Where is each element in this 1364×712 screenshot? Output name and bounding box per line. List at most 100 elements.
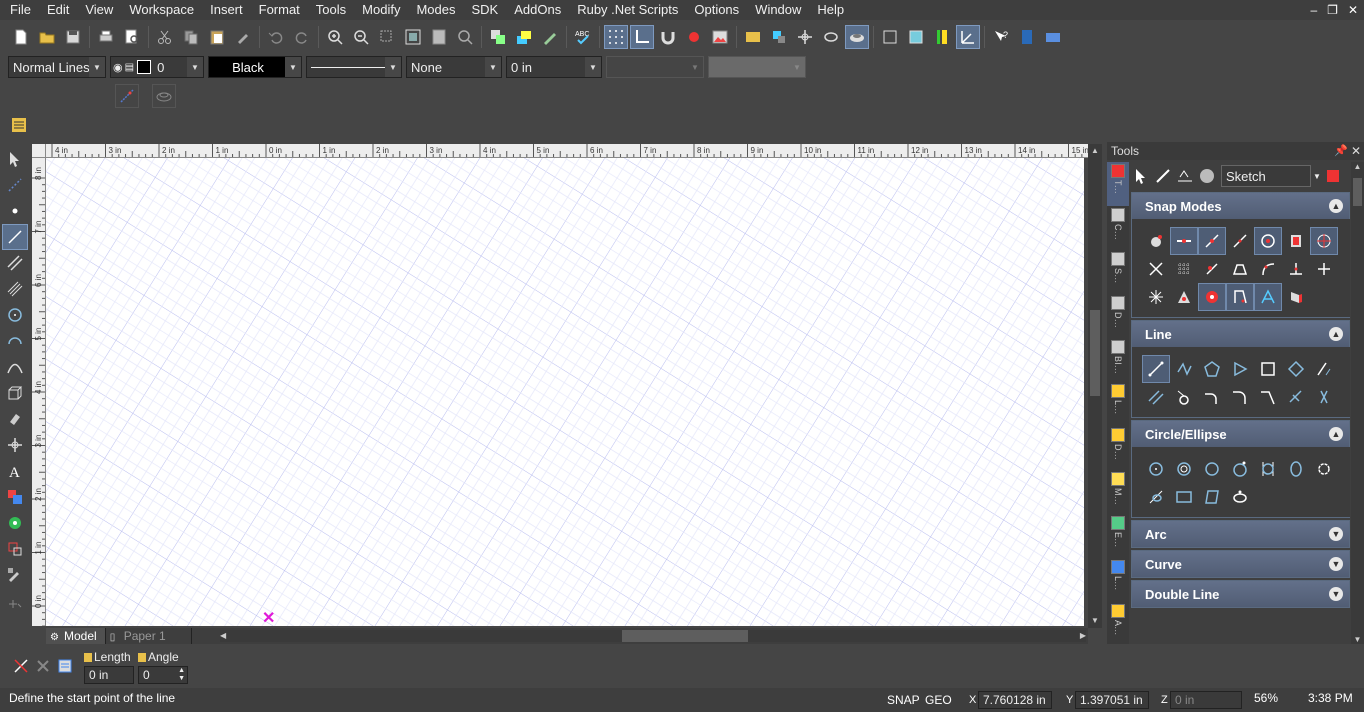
snap-grid[interactable] <box>1170 255 1198 283</box>
single-line-tool[interactable] <box>1142 355 1170 383</box>
snap-distance[interactable] <box>1170 227 1198 255</box>
double-line-tool[interactable] <box>2 250 28 276</box>
properties-button[interactable] <box>930 25 954 49</box>
view-front-button[interactable] <box>878 25 902 49</box>
edit-mode-button[interactable] <box>1153 166 1173 186</box>
snap-midpoint[interactable] <box>1226 227 1254 255</box>
scroll-down-arrow[interactable]: ▼ <box>1088 614 1102 628</box>
menu-edit[interactable]: Edit <box>39 0 77 20</box>
parallel-line-tool[interactable] <box>1142 383 1170 411</box>
horizontal-scrollbar[interactable]: ◀ ▶ <box>220 630 1086 642</box>
circle-ellipse-header[interactable]: Circle/Ellipse ▲ <box>1132 421 1349 447</box>
zoom-out-button[interactable] <box>349 25 373 49</box>
curve-section-header[interactable]: Curve ▼ <box>1132 551 1349 577</box>
side-tab-d[interactable]: D... <box>1107 294 1129 338</box>
print-button[interactable] <box>94 25 118 49</box>
solid-tool[interactable] <box>2 380 28 406</box>
side-tab-s[interactable]: S... <box>1107 250 1129 294</box>
multiline-tool[interactable] <box>2 276 28 302</box>
line-snap-button[interactable] <box>115 84 139 108</box>
side-tab-l2[interactable]: L... <box>1107 558 1129 602</box>
side-tab-c[interactable]: C... <box>1107 206 1129 250</box>
chevron-up-icon[interactable]: ▲ <box>1329 427 1343 441</box>
zoom-window-button[interactable] <box>375 25 399 49</box>
cancel-button[interactable] <box>31 654 55 678</box>
inspector-options-button[interactable] <box>53 654 77 678</box>
menu-workspace[interactable]: Workspace <box>121 0 202 20</box>
help-pointer-button[interactable]: ? <box>989 25 1013 49</box>
chevron-up-icon[interactable]: ▲ <box>1329 327 1343 341</box>
menu-insert[interactable]: Insert <box>202 0 251 20</box>
undo-button[interactable] <box>264 25 288 49</box>
tangent-arc-line-tool[interactable] <box>1170 383 1198 411</box>
circle-tangent-tool[interactable] <box>1254 455 1282 483</box>
scroll-right-arrow[interactable]: ▶ <box>1080 630 1086 642</box>
render-mode-button[interactable] <box>1197 166 1217 186</box>
chevron-down-icon[interactable]: ▼ <box>1329 557 1343 571</box>
snap-center[interactable] <box>1254 227 1282 255</box>
snap-modes-header[interactable]: Snap Modes ▲ <box>1132 193 1349 219</box>
script-button[interactable] <box>7 113 31 137</box>
scroll-up-arrow[interactable]: ▲ <box>1351 162 1364 175</box>
irregular-polygon-tool[interactable] <box>1226 355 1254 383</box>
lock-icon[interactable] <box>138 653 146 662</box>
snap-angle[interactable] <box>1226 255 1254 283</box>
perpendicular-line-tool[interactable] <box>1282 383 1310 411</box>
tools-scroll-thumb[interactable] <box>1353 178 1362 206</box>
snap-corner[interactable] <box>1226 283 1254 311</box>
spell-check-button[interactable]: ABC <box>571 25 595 49</box>
snap-quadrant[interactable] <box>1310 227 1338 255</box>
side-tab-m[interactable]: M... <box>1107 470 1129 514</box>
ellipse-3points-tool[interactable] <box>1226 483 1254 511</box>
chevron-down-icon[interactable]: ▼ <box>1329 527 1343 541</box>
menu-format[interactable]: Format <box>251 0 308 20</box>
palette-options-button[interactable] <box>1323 166 1343 186</box>
side-tab-d2[interactable]: D... <box>1107 426 1129 470</box>
vertical-scrollbar[interactable]: ▲ ▼ <box>1088 144 1102 628</box>
side-tab-e[interactable]: E... <box>1107 514 1129 558</box>
scroll-left-arrow[interactable]: ◀ <box>220 630 226 642</box>
vertical-scroll-thumb[interactable] <box>1090 310 1100 396</box>
email-button[interactable] <box>1041 25 1065 49</box>
snap-hand[interactable] <box>1142 227 1170 255</box>
angle-input[interactable]: 0 ▲ ▼ <box>138 666 188 684</box>
select-tool[interactable] <box>2 146 28 172</box>
chevron-down-icon[interactable]: ▼ <box>1329 587 1343 601</box>
menu-file[interactable]: File <box>0 0 39 20</box>
drawing-canvas[interactable]: ✕ <box>46 158 1084 626</box>
arc-section-header[interactable]: Arc ▼ <box>1132 521 1349 547</box>
menu-sdk[interactable]: SDK <box>463 0 506 20</box>
zoom-extents-button[interactable] <box>401 25 425 49</box>
manual-button[interactable] <box>1015 25 1039 49</box>
menu-help[interactable]: Help <box>809 0 852 20</box>
perpendicular-arc-line-tool[interactable] <box>1226 383 1254 411</box>
cut-button[interactable] <box>153 25 177 49</box>
eraser-tool[interactable] <box>2 406 28 432</box>
zoom-in-button[interactable] <box>323 25 347 49</box>
snap-intersection[interactable] <box>1142 255 1170 283</box>
menu-view[interactable]: View <box>77 0 121 20</box>
rectangle-tool[interactable] <box>1254 355 1282 383</box>
close-button[interactable]: ✕ <box>1348 3 1358 17</box>
line-tool[interactable] <box>2 224 28 250</box>
y-coordinate-field[interactable]: 1.397051 in <box>1075 691 1149 709</box>
text-tool[interactable]: A <box>2 458 28 484</box>
image-button[interactable] <box>708 25 732 49</box>
move-tool[interactable] <box>2 432 28 458</box>
menu-options[interactable]: Options <box>686 0 747 20</box>
tangent-two-arcs-tool[interactable] <box>1198 383 1226 411</box>
line-style-combo[interactable]: Normal Lines ▼ <box>8 56 106 78</box>
side-tab-l[interactable]: L... <box>1107 382 1129 426</box>
dimension-tool[interactable] <box>2 536 28 562</box>
menu-tools[interactable]: Tools <box>308 0 354 20</box>
z-coordinate-field[interactable]: 0 in <box>1170 691 1242 709</box>
arc-tool[interactable] <box>2 328 28 354</box>
circle-3points-tool[interactable] <box>1226 455 1254 483</box>
restore-button[interactable]: ❐ <box>1327 3 1338 17</box>
spinner-icon[interactable]: ▲ ▼ <box>178 667 185 683</box>
snap-endpoint[interactable] <box>1198 227 1226 255</box>
close-panel-icon[interactable]: ✕ <box>1351 142 1361 160</box>
side-tab-bl[interactable]: Bl... <box>1107 338 1129 382</box>
snap-perpendicular[interactable] <box>1282 255 1310 283</box>
reshape-mode-button[interactable] <box>1175 166 1195 186</box>
